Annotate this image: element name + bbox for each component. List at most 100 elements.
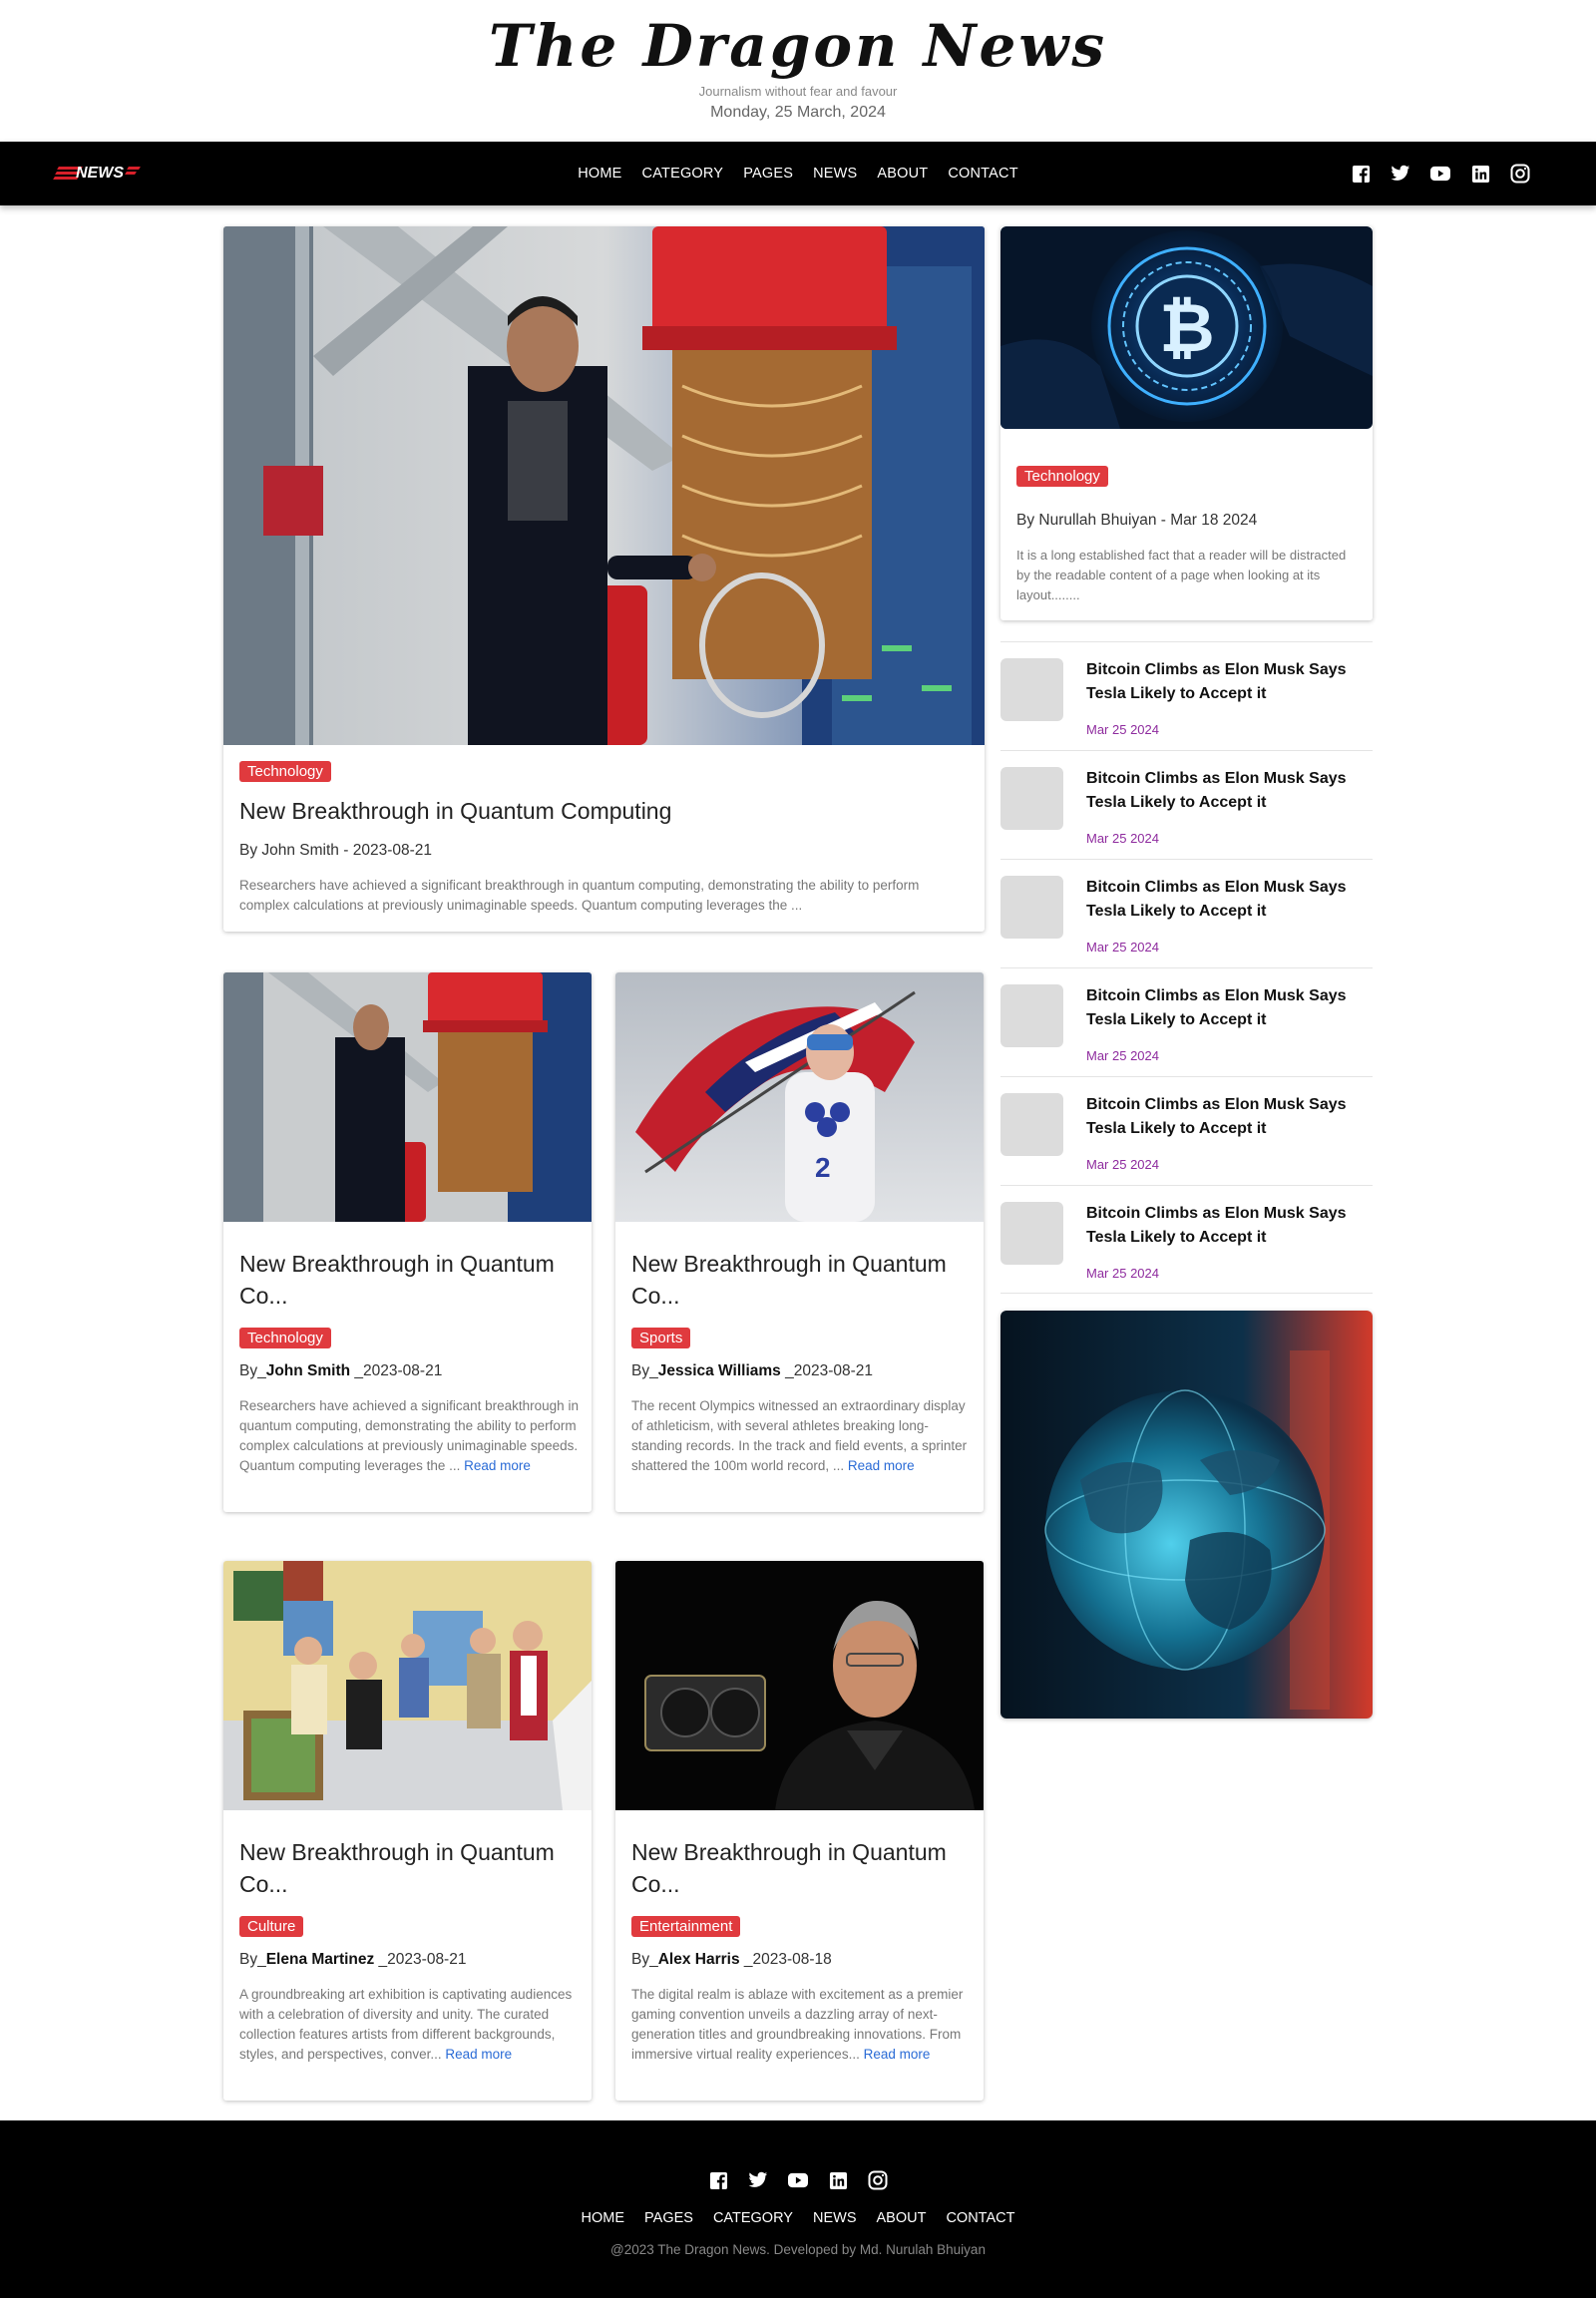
- news-card-title[interactable]: New Breakthrough in Quantum Co...: [239, 1836, 584, 1900]
- nav-about[interactable]: ABOUT: [877, 166, 928, 182]
- news-card[interactable]: New Breakthrough in Quantum Co... Cultur…: [223, 1561, 592, 2101]
- news-card-image[interactable]: [615, 1561, 984, 1810]
- news-card-image[interactable]: [223, 1561, 592, 1810]
- read-more-link[interactable]: Read more: [864, 2047, 931, 2062]
- news-card[interactable]: New Breakthrough in Quantum Co... Techno…: [223, 972, 592, 1512]
- footer-link-pages[interactable]: PAGES: [644, 2210, 693, 2226]
- thumbnail-placeholder[interactable]: [1000, 984, 1063, 1047]
- category-badge[interactable]: Culture: [239, 1916, 304, 1937]
- youtube-icon[interactable]: [788, 2170, 808, 2190]
- thumbnail-placeholder[interactable]: [1000, 767, 1063, 830]
- featured-image[interactable]: [223, 226, 985, 745]
- news-card-title[interactable]: New Breakthrough in Quantum Co...: [631, 1836, 976, 1900]
- news-card-byline: By_Elena Martinez _2023-08-21: [239, 1951, 466, 1969]
- thumbnail-placeholder[interactable]: [1000, 658, 1063, 721]
- news-card-excerpt: The recent Olympics witnessed an extraor…: [631, 1396, 976, 1476]
- author-name[interactable]: Jessica Williams: [658, 1362, 781, 1379]
- sidebar-list-item[interactable]: Bitcoin Climbs as Elon Musk Says Tesla L…: [1000, 859, 1373, 967]
- news-card-byline: By_Alex Harris _2023-08-18: [631, 1951, 832, 1969]
- sidebar-byline: By Nurullah Bhuiyan - Mar 18 2024: [1016, 512, 1258, 529]
- footer-link-about[interactable]: ABOUT: [876, 2210, 926, 2226]
- news-card-title[interactable]: New Breakthrough in Quantum Co...: [239, 1248, 584, 1312]
- news-card-title[interactable]: New Breakthrough in Quantum Co...: [631, 1248, 976, 1312]
- sidebar-item-date: Mar 25 2024: [1086, 831, 1159, 846]
- copyright-text: @2023 The Dragon News. Developed by Md. …: [610, 2242, 986, 2257]
- sidebar-item-date: Mar 25 2024: [1086, 1157, 1159, 1172]
- category-badge[interactable]: Technology: [1016, 466, 1108, 487]
- byline-prefix: By_: [631, 1362, 658, 1379]
- sidebar-item-date: Mar 25 2024: [1086, 1266, 1159, 1281]
- author-name[interactable]: John Smith: [266, 1362, 350, 1379]
- facebook-icon[interactable]: [708, 2170, 728, 2190]
- site-title[interactable]: The Dragon News: [0, 16, 1596, 76]
- instagram-icon[interactable]: [1510, 164, 1530, 184]
- byline-prefix: By_: [239, 1951, 266, 1968]
- footer-link-news[interactable]: NEWS: [813, 2210, 857, 2226]
- sidebar-item-date: Mar 25 2024: [1086, 1048, 1159, 1063]
- nav-category[interactable]: CATEGORY: [642, 166, 724, 182]
- twitter-icon[interactable]: [748, 2170, 768, 2190]
- sidebar-item-title[interactable]: Bitcoin Climbs as Elon Musk Says Tesla L…: [1086, 1202, 1366, 1250]
- nav-home[interactable]: HOME: [578, 166, 621, 182]
- site-tagline: Journalism without fear and favour: [698, 84, 898, 99]
- category-badge[interactable]: Entertainment: [631, 1916, 741, 1937]
- read-more-link[interactable]: Read more: [848, 1458, 915, 1473]
- article-byline: By John Smith - 2023-08-21: [239, 842, 432, 859]
- news-card[interactable]: 2 New Breakthrough in Quantum Co... Spor…: [615, 972, 984, 1512]
- linkedin-icon[interactable]: [1470, 164, 1490, 184]
- nav-news[interactable]: NEWS: [813, 166, 857, 182]
- author-name[interactable]: Elena Martinez: [266, 1951, 375, 1968]
- sidebar-list-item[interactable]: Bitcoin Climbs as Elon Musk Says Tesla L…: [1000, 967, 1373, 1076]
- byline-date: _2023-08-21: [350, 1362, 443, 1379]
- bitcoin-image[interactable]: ₿: [1000, 226, 1373, 429]
- footer-link-category[interactable]: CATEGORY: [713, 2210, 793, 2226]
- author-name[interactable]: Alex Harris: [658, 1951, 740, 1968]
- sidebar-list-item[interactable]: Bitcoin Climbs as Elon Musk Says Tesla L…: [1000, 641, 1373, 750]
- sidebar-item-date: Mar 25 2024: [1086, 722, 1159, 737]
- news-card[interactable]: New Breakthrough in Quantum Co... Entert…: [615, 1561, 984, 2101]
- sidebar-excerpt: It is a long established fact that a rea…: [1016, 548, 1347, 602]
- nav-contact[interactable]: CONTACT: [948, 166, 1017, 182]
- main-navbar: NEWS HOME CATEGORY PAGES NEWS ABOUT CONT…: [0, 142, 1596, 205]
- footer-social-icons: [0, 2170, 1596, 2190]
- thumbnail-placeholder[interactable]: [1000, 876, 1063, 939]
- news-card-image[interactable]: 2: [615, 972, 984, 1222]
- thumbnail-placeholder[interactable]: [1000, 1202, 1063, 1265]
- youtube-icon[interactable]: [1430, 164, 1450, 184]
- facebook-icon[interactable]: [1351, 164, 1371, 184]
- sidebar-item-title[interactable]: Bitcoin Climbs as Elon Musk Says Tesla L…: [1086, 658, 1366, 706]
- category-badge[interactable]: Sports: [631, 1328, 691, 1348]
- sidebar-list-item[interactable]: Bitcoin Climbs as Elon Musk Says Tesla L…: [1000, 1185, 1373, 1294]
- masthead: The Dragon News Journalism without fear …: [0, 0, 1596, 142]
- thumbnail-placeholder[interactable]: [1000, 1093, 1063, 1156]
- byline-date: _2023-08-21: [780, 1362, 874, 1379]
- footer-link-contact[interactable]: CONTACT: [946, 2210, 1014, 2226]
- sidebar-item-title[interactable]: Bitcoin Climbs as Elon Musk Says Tesla L…: [1086, 767, 1366, 815]
- article-title[interactable]: New Breakthrough in Quantum Computing: [239, 795, 968, 827]
- featured-article[interactable]: Technology New Breakthrough in Quantum C…: [223, 226, 985, 932]
- sidebar-list-item[interactable]: Bitcoin Climbs as Elon Musk Says Tesla L…: [1000, 750, 1373, 859]
- sidebar-item-date: Mar 25 2024: [1086, 940, 1159, 955]
- news-card-excerpt: A groundbreaking art exhibition is capti…: [239, 1985, 584, 2065]
- excerpt-text: A groundbreaking art exhibition is capti…: [239, 1987, 573, 2062]
- globe-banner-image[interactable]: [1000, 1311, 1373, 1719]
- nav-pages[interactable]: PAGES: [743, 166, 793, 182]
- twitter-icon[interactable]: [1391, 164, 1410, 184]
- current-date: Monday, 25 March, 2024: [710, 104, 886, 121]
- nav-social-icons: [1351, 164, 1530, 184]
- sidebar-item-title[interactable]: Bitcoin Climbs as Elon Musk Says Tesla L…: [1086, 876, 1366, 924]
- sidebar-list-item[interactable]: Bitcoin Climbs as Elon Musk Says Tesla L…: [1000, 1076, 1373, 1185]
- excerpt-text: The recent Olympics witnessed an extraor…: [631, 1398, 968, 1473]
- news-card-image[interactable]: [223, 972, 592, 1222]
- category-badge[interactable]: Technology: [239, 761, 331, 782]
- linkedin-icon[interactable]: [828, 2170, 848, 2190]
- instagram-icon[interactable]: [868, 2170, 888, 2190]
- read-more-link[interactable]: Read more: [445, 2047, 512, 2062]
- sidebar-item-title[interactable]: Bitcoin Climbs as Elon Musk Says Tesla L…: [1086, 984, 1366, 1032]
- category-badge[interactable]: Technology: [239, 1328, 331, 1348]
- sidebar-item-title[interactable]: Bitcoin Climbs as Elon Musk Says Tesla L…: [1086, 1093, 1366, 1141]
- byline-date: _2023-08-21: [374, 1951, 467, 1968]
- footer-link-home[interactable]: HOME: [582, 2210, 625, 2226]
- sidebar-featured-card[interactable]: ₿ Technology By Nurullah Bhuiyan - Mar 1…: [1000, 226, 1373, 620]
- read-more-link[interactable]: Read more: [464, 1458, 531, 1473]
